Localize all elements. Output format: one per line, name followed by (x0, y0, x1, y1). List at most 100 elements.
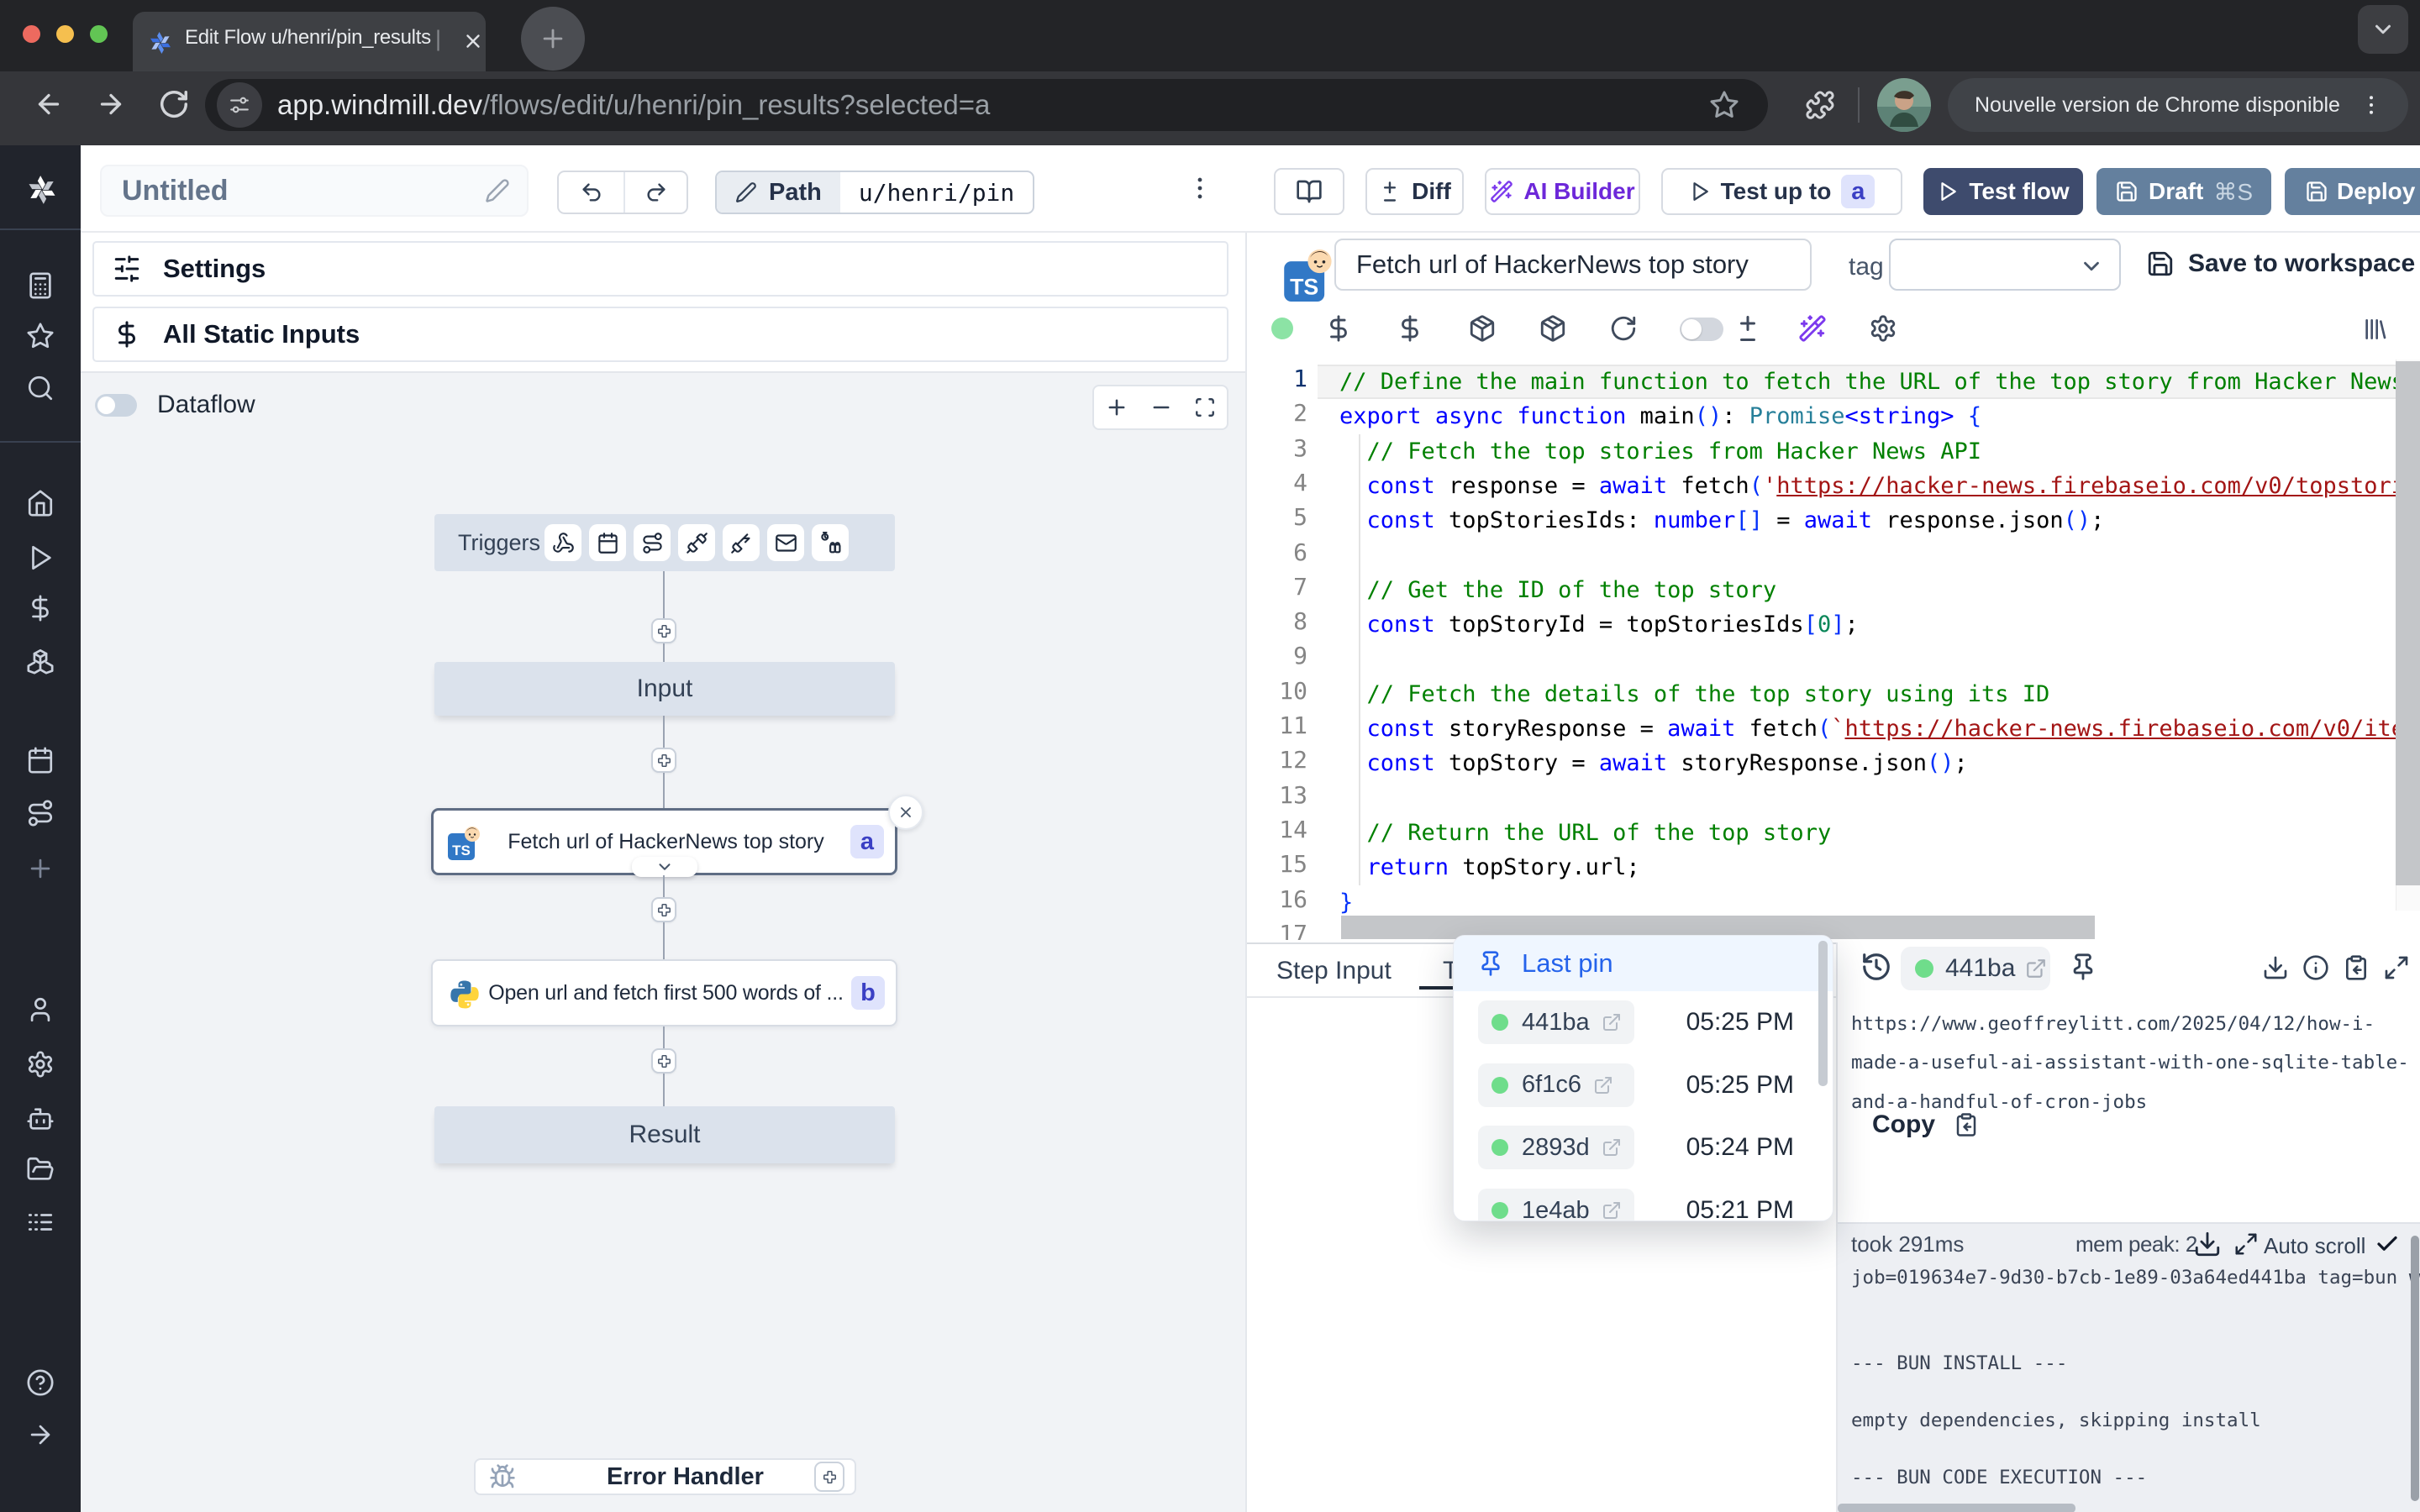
draft-button[interactable]: Draft ⌘S (2096, 168, 2271, 215)
sidebar-item-resources-icon[interactable] (26, 647, 55, 675)
sidebar-item-home-icon[interactable] (26, 489, 55, 517)
pin-item-external-link-icon[interactable] (1602, 1012, 1622, 1032)
editor-vscrollbar-thumb[interactable] (2396, 361, 2420, 885)
tag-select[interactable] (1889, 239, 2121, 291)
new-tab-button[interactable] (521, 7, 585, 71)
editor-settings-gear-icon[interactable] (1869, 314, 1897, 343)
deploy-button[interactable]: Deploy (2285, 168, 2420, 215)
add-error-handler-button[interactable] (814, 1462, 844, 1492)
reload-code-icon[interactable] (1609, 314, 1638, 343)
autoscroll-check-icon[interactable] (2375, 1231, 2400, 1257)
pin-item-pill[interactable]: 1e4ab (1478, 1189, 1634, 1221)
expand-node-chevron[interactable] (632, 857, 697, 877)
pin-item-pill[interactable]: 6f1c6 (1478, 1063, 1634, 1107)
variables-dollar-icon[interactable] (1324, 314, 1353, 343)
ai-wand-icon[interactable] (1798, 314, 1827, 343)
site-info-icon[interactable] (217, 82, 262, 128)
window-zoom-button[interactable] (90, 25, 108, 43)
tab-step-input[interactable]: Step Input (1276, 957, 1392, 985)
expand-logs-icon[interactable] (2233, 1231, 2259, 1257)
sidebar-item-expand-arrow-icon[interactable] (26, 1420, 55, 1449)
triggers-bar[interactable]: Triggers (434, 514, 895, 571)
test-up-to-button[interactable]: Test up to a (1661, 168, 1902, 215)
log-vscrollbar-thumb[interactable] (2411, 1236, 2419, 1501)
sidebar-item-triggers-icon[interactable] (26, 799, 55, 827)
sidebar-item-star-icon[interactable] (26, 322, 55, 350)
flow-node-a[interactable]: TS Fetch url of HackerNews top story a (431, 808, 897, 875)
pin-item-external-link-icon[interactable] (1602, 1200, 1622, 1221)
trigger-route-icon[interactable] (634, 524, 671, 561)
result-value[interactable]: https://www.geoffreylitt.com/2025/04/12/… (1851, 1005, 2409, 1121)
pin-item-external-link-icon[interactable] (1593, 1075, 1613, 1095)
sidebar-item-folders-icon[interactable] (26, 1155, 55, 1184)
trigger-http-icon[interactable] (678, 524, 715, 561)
path-button[interactable]: Path (717, 172, 840, 213)
fit-view-icon[interactable] (1194, 396, 1216, 418)
sidebar-item-help-icon[interactable] (26, 1368, 55, 1397)
copy-button[interactable]: Copy (1872, 1110, 1979, 1139)
job-id-pill[interactable]: 441ba (1901, 947, 2050, 990)
test-flow-button[interactable]: Test flow (1923, 168, 2083, 215)
add-step-button[interactable] (651, 618, 676, 643)
extensions-puzzle-icon[interactable] (1805, 90, 1835, 120)
job-external-link-icon[interactable] (2025, 958, 2047, 979)
trigger-schedule-icon[interactable] (589, 524, 626, 561)
package-icon[interactable] (1468, 314, 1497, 343)
sidebar-item-runs-icon[interactable] (26, 543, 55, 572)
forward-icon[interactable] (96, 89, 126, 119)
plus-minus-icon[interactable] (1733, 313, 1763, 344)
browser-tab[interactable]: Edit Flow u/henri/pin_results | (133, 12, 486, 71)
trigger-websocket-icon[interactable] (723, 524, 760, 561)
edit-name-pencil-icon[interactable] (485, 178, 510, 203)
download-logs-icon[interactable] (2193, 1230, 2222, 1258)
log-hscrollbar-thumb[interactable] (1838, 1504, 2075, 1512)
undo-icon[interactable] (559, 172, 623, 213)
flow-name-input[interactable]: Untitled (100, 165, 529, 217)
code-editor[interactable]: 1// Define the main function to fetch th… (1247, 360, 2420, 940)
settings-row[interactable]: Settings (92, 241, 1228, 297)
trigger-webhook-icon[interactable] (544, 524, 581, 561)
result-node[interactable]: Result (434, 1106, 895, 1163)
error-handler-node[interactable]: Error Handler (474, 1458, 856, 1495)
sidebar-item-settings-icon[interactable] (26, 1050, 55, 1079)
header-kebab-icon[interactable] (1186, 174, 1214, 202)
pin-icon[interactable] (2069, 953, 2097, 981)
sidebar-item-apps-icon[interactable] (26, 271, 55, 300)
history-icon[interactable] (1860, 951, 1892, 983)
copy-result-clipboard-icon[interactable] (2343, 954, 2370, 981)
sidebar-item-user-icon[interactable] (26, 995, 55, 1024)
url-text[interactable]: app.windmill.dev/flows/edit/u/henri/pin_… (277, 79, 990, 131)
pin-item-external-link-icon[interactable] (1602, 1137, 1622, 1158)
url-bar[interactable]: app.windmill.dev/flows/edit/u/henri/pin_… (205, 79, 1768, 131)
sidebar-item-variables-icon[interactable] (26, 594, 55, 622)
diff-button[interactable]: Diff (1365, 168, 1464, 215)
download-result-icon[interactable] (2262, 954, 2289, 981)
redo-icon[interactable] (623, 172, 688, 213)
trigger-email-icon[interactable] (767, 524, 804, 561)
dropdown-scrollbar-thumb[interactable] (1818, 941, 1828, 1086)
sidebar-item-create-icon[interactable] (26, 854, 55, 883)
profile-avatar[interactable] (1877, 78, 1931, 132)
docs-book-button[interactable] (1274, 168, 1344, 215)
chrome-update-button[interactable]: Nouvelle version de Chrome disponible (1948, 78, 2408, 132)
trigger-poll-icon[interactable] (812, 524, 849, 561)
bookmark-star-icon[interactable] (1709, 90, 1739, 120)
tab-close-icon[interactable] (462, 30, 484, 52)
input-node[interactable]: Input (434, 662, 895, 716)
add-step-button[interactable] (651, 1048, 676, 1074)
back-icon[interactable] (34, 89, 64, 119)
library-icon[interactable] (2361, 316, 2388, 343)
window-chevron-button[interactable] (2358, 5, 2408, 54)
dataflow-toggle[interactable] (95, 394, 137, 417)
zoom-out-icon[interactable] (1150, 396, 1173, 419)
reload-icon[interactable] (158, 88, 190, 120)
package-icon-2[interactable] (1539, 314, 1567, 343)
last-pin-option[interactable]: Last pin (1454, 936, 1833, 991)
autoscroll-label[interactable]: Auto scroll (2264, 1233, 2365, 1259)
add-step-button[interactable] (651, 748, 676, 773)
expand-result-icon[interactable] (2383, 954, 2410, 981)
sidebar-item-workers-icon[interactable] (26, 1105, 55, 1133)
all-static-inputs-row[interactable]: All Static Inputs (92, 307, 1228, 362)
browser-menu-kebab-icon[interactable] (2359, 92, 2384, 118)
windmill-logo[interactable] (24, 171, 60, 208)
